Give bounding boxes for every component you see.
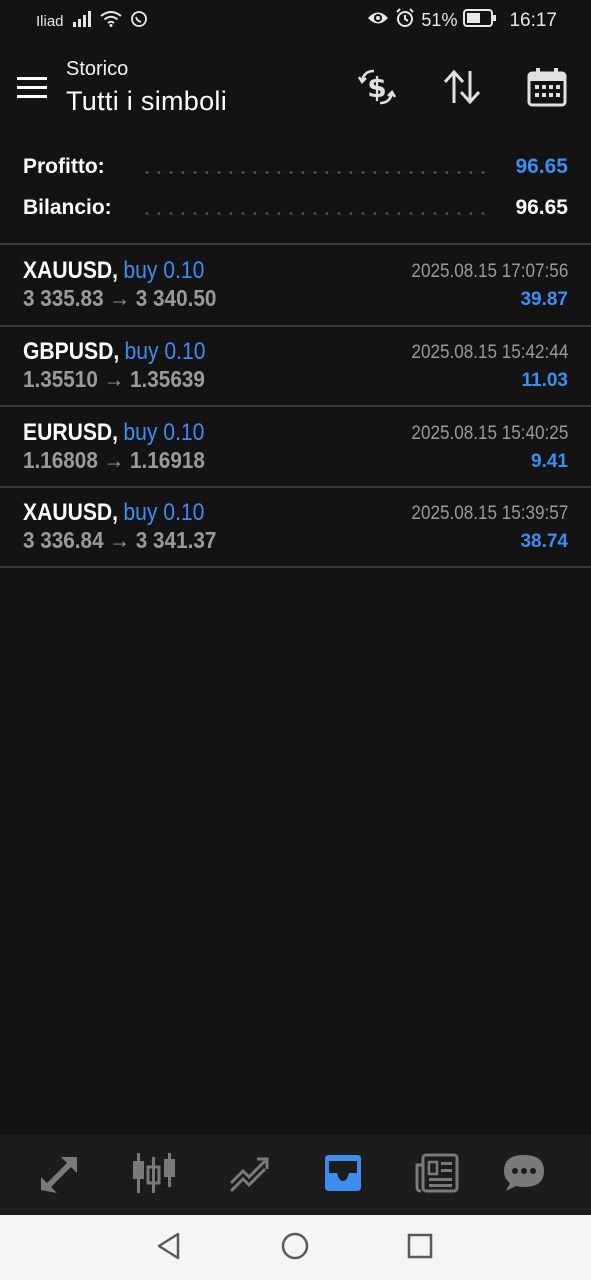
trade-row[interactable]: GBPUSD, buy 0.10 1.35510 → 1.35639 2025.0… bbox=[0, 326, 591, 406]
whatsapp-icon bbox=[130, 10, 148, 33]
app-header: Storico Tutti i simboli $ bbox=[0, 48, 591, 132]
balance-label: Bilancio: bbox=[23, 196, 120, 220]
chat-bubble-icon bbox=[502, 1153, 546, 1198]
calendar-icon bbox=[527, 67, 567, 112]
trade-time: 2025.08.15 17:07:56 bbox=[411, 261, 568, 282]
trade-symbol: GBPUSD bbox=[23, 338, 114, 365]
profit-label: Profitto: bbox=[23, 155, 113, 179]
status-left: Iliad bbox=[36, 10, 148, 33]
trade-row[interactable]: XAUUSD, buy 0.10 3 335.83 → 3 340.50 2025… bbox=[0, 245, 591, 325]
tab-chart[interactable] bbox=[129, 1151, 179, 1199]
alarm-icon bbox=[395, 8, 415, 33]
trade-prices: 1.16808 → 1.16918 bbox=[23, 447, 205, 473]
trade-title: XAUUSD, buy 0.10 bbox=[23, 257, 205, 284]
bottom-tab-bar bbox=[0, 1135, 591, 1215]
divider bbox=[0, 566, 591, 568]
balance-dot-leader bbox=[141, 212, 488, 215]
balance-value: 96.65 bbox=[507, 196, 568, 220]
wifi-icon bbox=[99, 11, 122, 32]
trade-symbol: EURUSD bbox=[23, 419, 113, 446]
trade-time: 2025.08.15 15:42:44 bbox=[411, 342, 568, 363]
tab-quotes[interactable] bbox=[34, 1151, 84, 1199]
clock-time: 16:17 bbox=[509, 9, 557, 31]
battery-icon bbox=[463, 9, 497, 32]
eye-icon bbox=[367, 10, 389, 31]
carrier-name: Iliad bbox=[36, 13, 64, 30]
profit-summary-row: Profitto: 96.65 bbox=[23, 155, 568, 185]
trade-trend-icon bbox=[227, 1153, 271, 1198]
dollar-exchange-icon: $ bbox=[356, 67, 398, 112]
trade-profit: 39.87 bbox=[520, 289, 568, 310]
app-root: Iliad 51% 16:17 Storico Tutti i simboli … bbox=[0, 0, 591, 1280]
inbox-history-icon bbox=[321, 1153, 365, 1198]
trade-row[interactable]: XAUUSD, buy 0.10 3 336.84 → 3 341.37 2025… bbox=[0, 487, 591, 567]
profit-dot-leader bbox=[141, 171, 488, 174]
trade-profit: 11.03 bbox=[521, 370, 569, 391]
trade-side: buy 0.10 bbox=[123, 257, 205, 284]
trade-title: GBPUSD, buy 0.10 bbox=[23, 338, 206, 365]
trade-symbol: XAUUSD bbox=[23, 257, 113, 284]
nav-recents-button[interactable] bbox=[403, 1231, 437, 1265]
trade-profit: 9.41 bbox=[531, 451, 568, 472]
trade-symbol: XAUUSD bbox=[23, 499, 113, 526]
newspaper-icon bbox=[415, 1153, 459, 1198]
trade-title: EURUSD, buy 0.10 bbox=[23, 419, 205, 446]
profit-value: 96.65 bbox=[507, 155, 568, 179]
status-bar: Iliad 51% 16:17 bbox=[0, 0, 591, 44]
nav-home-button[interactable] bbox=[278, 1231, 312, 1265]
trade-profit: 38.74 bbox=[520, 531, 568, 552]
currency-exchange-button[interactable]: $ bbox=[354, 66, 400, 112]
home-circle-icon bbox=[280, 1231, 310, 1266]
trade-side: buy 0.10 bbox=[124, 338, 206, 365]
page-title: Tutti i simboli bbox=[66, 86, 228, 116]
trade-side: buy 0.10 bbox=[123, 419, 205, 446]
trade-prices: 3 335.83 → 3 340.50 bbox=[23, 285, 217, 311]
tab-history[interactable] bbox=[318, 1151, 368, 1199]
balance-summary-row: Bilancio: 96.65 bbox=[23, 196, 568, 226]
svg-text:$: $ bbox=[367, 71, 386, 104]
trade-prices: 3 336.84 → 3 341.37 bbox=[23, 527, 217, 553]
tab-news[interactable] bbox=[412, 1151, 462, 1199]
tab-chat[interactable] bbox=[499, 1151, 549, 1199]
trade-time: 2025.08.15 15:40:25 bbox=[411, 423, 568, 444]
system-navigation-bar bbox=[0, 1215, 591, 1280]
back-triangle-icon bbox=[156, 1232, 182, 1265]
battery-percent: 51% bbox=[421, 10, 458, 30]
trade-time: 2025.08.15 15:39:57 bbox=[411, 503, 568, 524]
trade-prices: 1.35510 → 1.35639 bbox=[23, 366, 205, 392]
trade-side: buy 0.10 bbox=[123, 499, 205, 526]
tab-trade[interactable] bbox=[224, 1151, 274, 1199]
trade-row[interactable]: EURUSD, buy 0.10 1.16808 → 1.16918 2025.0… bbox=[0, 407, 591, 487]
recents-square-icon bbox=[406, 1232, 434, 1265]
nav-back-button[interactable] bbox=[152, 1231, 186, 1265]
signal-icon bbox=[72, 11, 92, 32]
hamburger-menu-icon[interactable] bbox=[17, 75, 49, 101]
status-right: 51% 16:17 bbox=[367, 8, 557, 33]
candlestick-chart-icon bbox=[131, 1151, 177, 1200]
header-subtitle: Storico bbox=[66, 58, 129, 80]
quotes-icon bbox=[37, 1153, 81, 1198]
trade-title: XAUUSD, buy 0.10 bbox=[23, 499, 205, 526]
sort-button[interactable] bbox=[439, 66, 485, 112]
sort-arrows-icon bbox=[442, 69, 482, 110]
calendar-button[interactable] bbox=[524, 66, 570, 112]
